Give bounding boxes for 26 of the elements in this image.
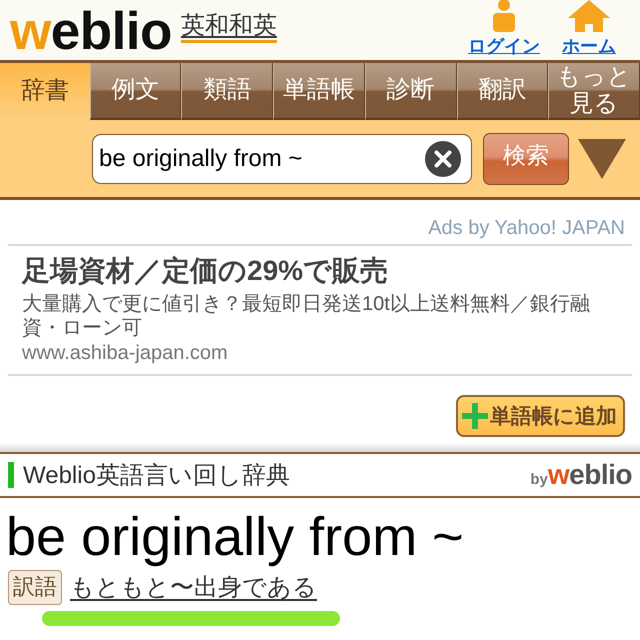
translation-link[interactable]: もともと〜出身である <box>70 571 317 604</box>
clear-icon[interactable] <box>425 140 461 176</box>
tab[interactable]: もっと見る <box>548 63 640 120</box>
tab[interactable]: 類語 <box>181 63 274 120</box>
ad-description: 大量購入で更に値引き？最短即日発送10t以上送料無料／銀行融資・ローン可 <box>22 292 591 340</box>
dictionary-link[interactable]: 英和和英 <box>180 13 277 44</box>
section-marker-bar <box>8 462 14 488</box>
section-title: Weblio英語言い回し辞典 <box>23 461 290 491</box>
caret-icon[interactable] <box>578 138 626 178</box>
tab[interactable]: 単語帳 <box>273 63 365 120</box>
weblio-logo[interactable]: weblio <box>10 5 172 58</box>
add-to-wordbook-button[interactable]: 単語帳に追加 <box>456 395 625 437</box>
search-field[interactable]: be originally from ~ <box>92 134 472 184</box>
headword: be originally from ~ <box>5 506 465 568</box>
tab[interactable]: 翻訳 <box>456 63 548 120</box>
ad-url[interactable]: www.ashiba-japan.com <box>22 340 622 366</box>
weblio-logo: weblio <box>548 459 632 491</box>
login-link[interactable]: ログイン <box>468 36 540 58</box>
ad-title[interactable]: 足場資材／定価の29%で販売 <box>22 254 622 288</box>
tab[interactable]: 診断 <box>364 63 457 120</box>
ad-attribution: Ads by Yahoo! JAPAN <box>427 216 626 240</box>
home-link[interactable]: ホーム <box>562 36 616 58</box>
translation-tag: 訳語 <box>8 570 62 605</box>
by-label: by <box>530 471 548 488</box>
plus-icon <box>462 403 488 429</box>
tab[interactable]: 例文 <box>90 63 182 120</box>
